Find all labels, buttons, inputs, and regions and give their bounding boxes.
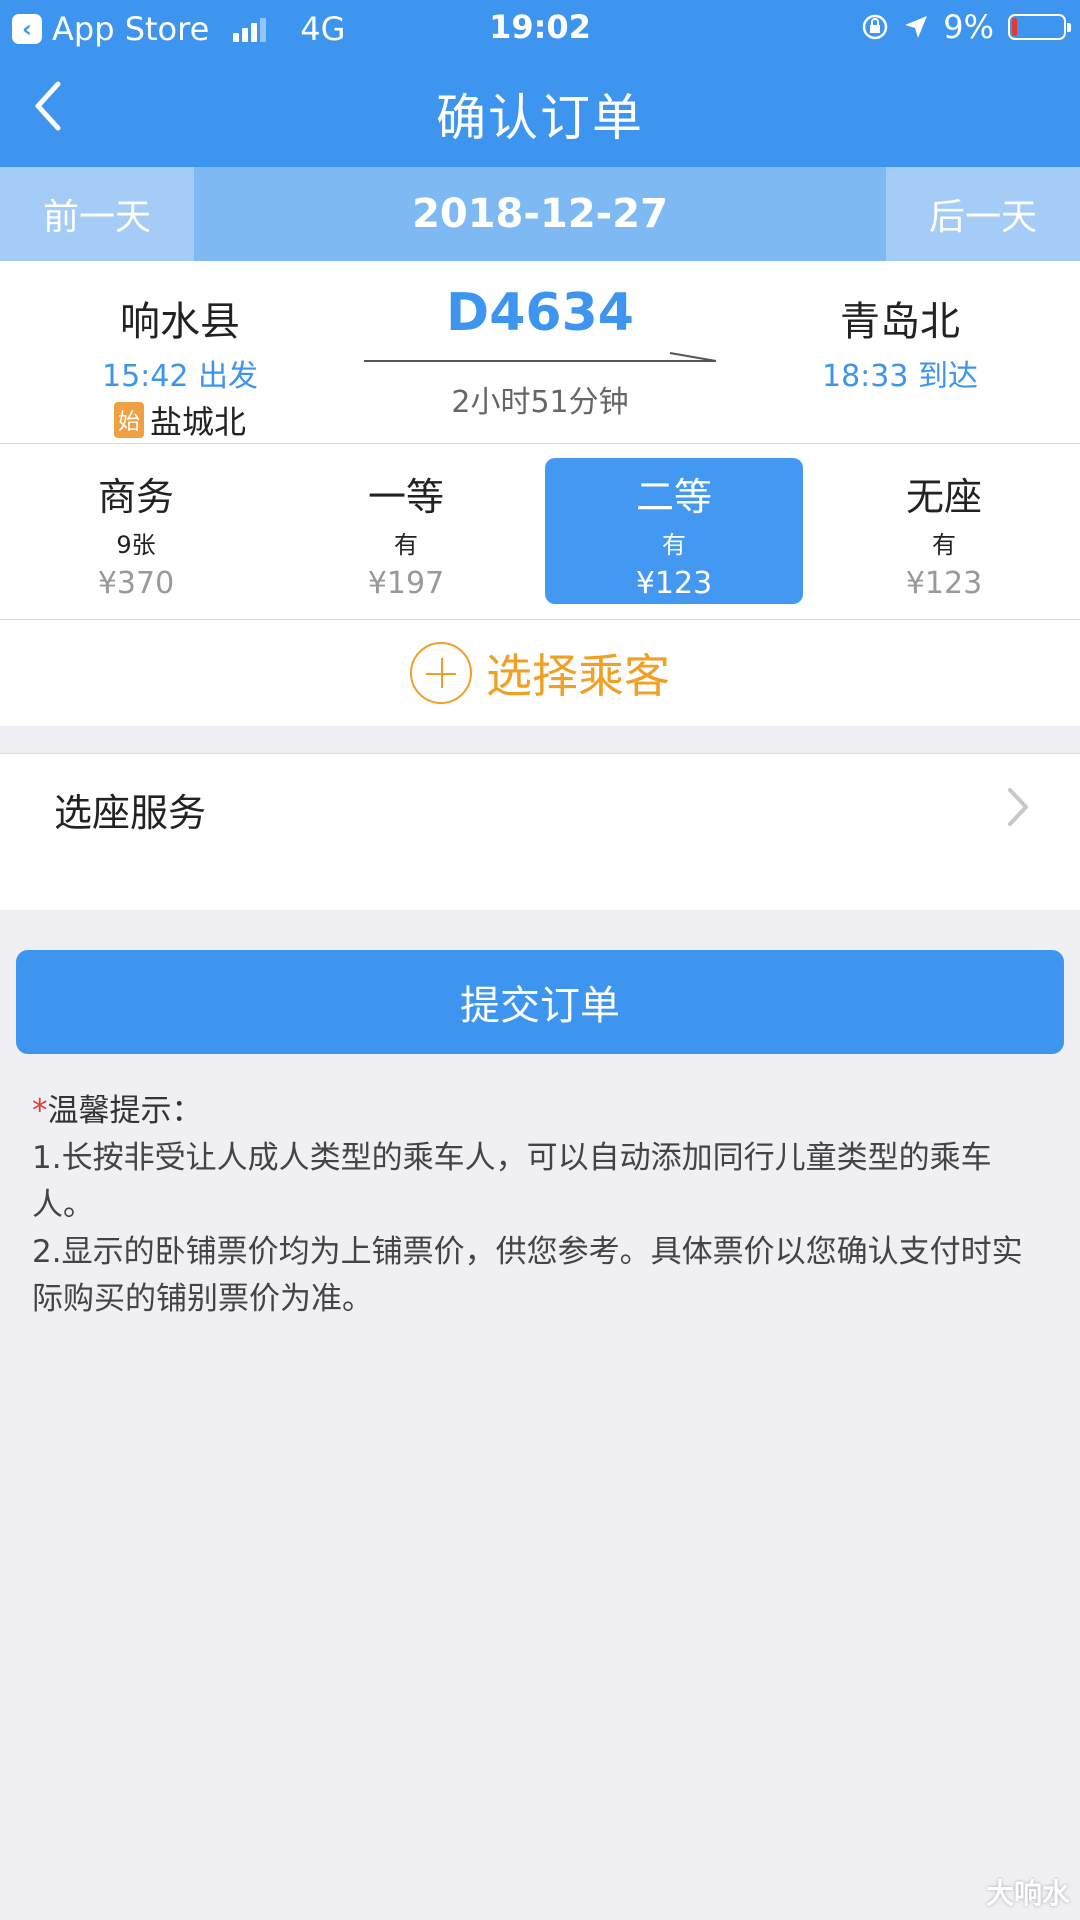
header: ‹ App Store 4G 19:02 9% 确认订单 [0, 0, 1080, 167]
route-arrow [360, 349, 720, 373]
origin-badge: 始 [113, 402, 144, 438]
select-passenger-button[interactable]: 选择乘客 [0, 620, 1080, 726]
date-bar: 前一天 2018-12-27 后一天 [0, 167, 1080, 261]
submit-order-button[interactable]: 提交订单 [16, 950, 1064, 1054]
battery-percent: 9% [943, 8, 994, 46]
origin-info: 始 盐城北 [60, 397, 300, 443]
travel-date[interactable]: 2018-12-27 [194, 167, 886, 261]
tip-line: 2.显示的卧铺票价均为上铺票价，供您参考。具体票价以您确认支付时实际购买的铺别票… [32, 1234, 1023, 1317]
seat-class-selector: 商务 9张 ¥370 一等 有 ¥197 二等 有 ¥123 无座 有 ¥123 [0, 444, 1080, 620]
tips-title: 温馨提示： [47, 1093, 203, 1129]
seat-price: ¥123 [905, 566, 983, 601]
seat-name: 一等 [367, 475, 444, 519]
location-arrow-icon [905, 16, 928, 38]
tip-line: 1.长按非受让人成人类型的乘车人，可以自动添加同行儿童类型的乘车人。 [32, 1140, 992, 1223]
seat-option-business[interactable]: 商务 9张 ¥370 [7, 458, 265, 604]
seat-price: ¥370 [97, 566, 175, 601]
seat-availability: 9张 [116, 531, 156, 559]
departure: 响水县 15:42 出发 始 盐城北 [60, 289, 300, 443]
seat-option-no-seat[interactable]: 无座 有 ¥123 [815, 458, 1073, 604]
select-passenger-label: 选择乘客 [486, 649, 670, 703]
seat-option-second[interactable]: 二等 有 ¥123 [545, 458, 803, 604]
blank-row [0, 858, 1080, 910]
rotation-lock-icon [862, 14, 888, 40]
seat-price: ¥123 [635, 566, 713, 601]
nav-bar: 确认订单 [0, 56, 1080, 167]
seat-price: ¥197 [367, 566, 445, 601]
seat-service-label: 选座服务 [54, 791, 207, 835]
seat-option-first[interactable]: 一等 有 ¥197 [277, 458, 535, 604]
seat-name: 二等 [635, 475, 712, 519]
status-right: 9% [861, 8, 1071, 46]
origin-station: 盐城北 [150, 403, 247, 441]
page-title: 确认订单 [436, 89, 644, 147]
watermark-logo: 大响水 [985, 1877, 1070, 1910]
travel-duration: 2小时51分钟 [451, 385, 629, 420]
prev-day-button[interactable]: 前一天 [0, 167, 194, 261]
plus-circle-icon [410, 642, 472, 704]
battery-icon [1008, 14, 1071, 40]
status-bar: ‹ App Store 4G 19:02 9% [0, 0, 1080, 56]
arrival-station: 青岛北 [840, 299, 960, 345]
arrow-line-icon [364, 352, 717, 362]
seat-availability: 有 [662, 531, 686, 559]
arrival-time: 18:33 到达 [822, 359, 978, 394]
seat-service-row[interactable]: 选座服务 [0, 753, 1080, 859]
seat-availability: 有 [932, 531, 956, 559]
arrival: 青岛北 18:33 到达 [780, 289, 1020, 395]
chevron-right-icon [1008, 788, 1028, 826]
next-day-button[interactable]: 后一天 [886, 167, 1080, 261]
departure-time: 15:42 出发 [102, 359, 258, 394]
seat-availability: 有 [394, 531, 418, 559]
seat-name: 商务 [97, 475, 174, 519]
departure-station: 响水县 [120, 299, 240, 345]
train-middle: D4634 2小时51分钟 [360, 283, 720, 421]
train-number[interactable]: D4634 [360, 283, 720, 343]
tips-section: *温馨提示： 1.长按非受让人成人类型的乘车人，可以自动添加同行儿童类型的乘车人… [32, 1088, 1042, 1323]
seat-name: 无座 [905, 475, 982, 519]
tips-header: *温馨提示： [32, 1088, 1042, 1135]
required-star: * [32, 1093, 48, 1129]
train-info-card: 响水县 15:42 出发 始 盐城北 D4634 2小时51分钟 青岛北 18:… [0, 261, 1080, 444]
